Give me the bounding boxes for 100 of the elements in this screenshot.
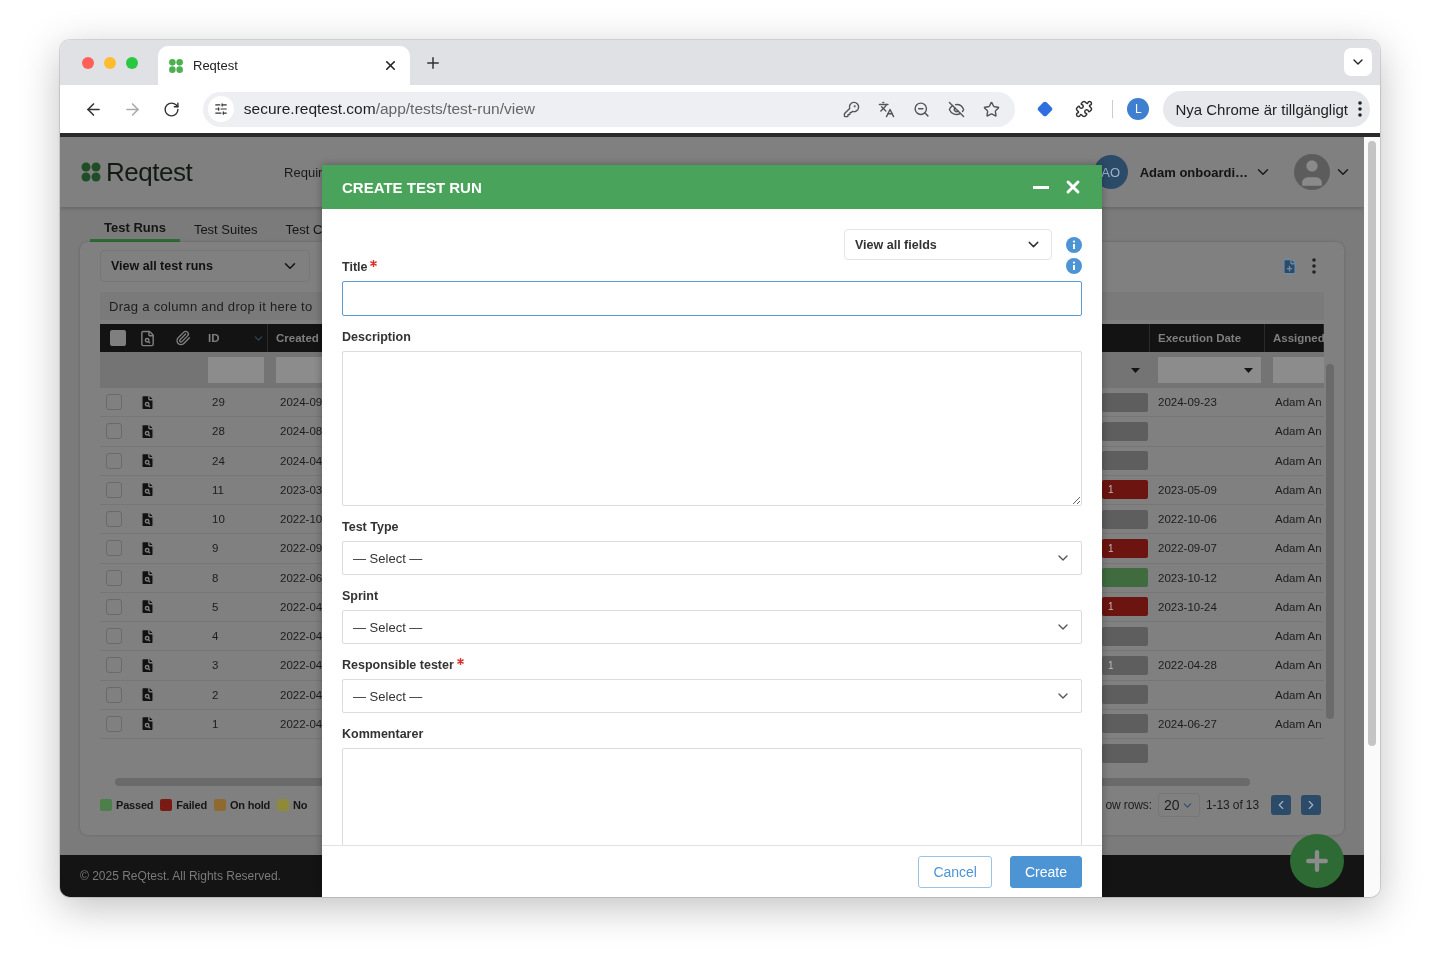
- cancel-button[interactable]: Cancel: [918, 855, 992, 888]
- select-all-checkbox[interactable]: [110, 330, 126, 346]
- table-cell-text: 3: [211, 659, 219, 672]
- table-cell-text: 10: [211, 513, 225, 526]
- group-hint: Drag a column and drop it here to: [109, 298, 313, 314]
- view-select[interactable]: View all fields: [844, 229, 1052, 260]
- maximize-window-button[interactable]: [126, 56, 138, 69]
- select-dropdown[interactable]: — Select —: [342, 679, 1082, 713]
- site-settings-icon[interactable]: [213, 102, 228, 116]
- table-cell-text: 2024-06-27: [1157, 717, 1217, 730]
- modal-title: CREATE TEST RUN: [342, 178, 483, 196]
- document-search-icon[interactable]: [139, 569, 156, 587]
- text-input[interactable]: [342, 281, 1082, 316]
- document-search-icon[interactable]: [139, 393, 156, 411]
- add-button[interactable]: [1290, 834, 1344, 888]
- field-label: Kommentarer: [342, 727, 424, 741]
- info-icon[interactable]: [1066, 236, 1082, 253]
- eye-off-icon[interactable]: [947, 100, 965, 118]
- copyright-text: © 2025 ReQtest. All Rights Reserved.: [80, 869, 281, 883]
- filter-field[interactable]: [1273, 357, 1324, 383]
- caret-icon[interactable]: [1131, 367, 1140, 373]
- table-cell-text: 2022-10: [279, 513, 323, 526]
- status-bar: 1: [1102, 597, 1148, 617]
- favicon-icon: [168, 57, 184, 74]
- extensions-icon[interactable]: [1075, 100, 1094, 118]
- table-cell-text: 11: [211, 483, 224, 496]
- profile-avatar[interactable]: L: [1127, 98, 1150, 120]
- document-search-icon[interactable]: [139, 656, 156, 674]
- minimize-button[interactable]: [1033, 185, 1049, 189]
- address-bar[interactable]: secure.reqtest.com/app/tests/test-run/view: [202, 91, 1015, 127]
- filter-field[interactable]: [208, 357, 264, 383]
- page-range: 1-13 of 13: [1205, 798, 1259, 813]
- table-cell-text: 2024-08: [279, 425, 323, 438]
- close-icon[interactable]: [383, 58, 398, 73]
- scrollbar-thumb[interactable]: [1368, 141, 1376, 746]
- close-window-button[interactable]: [82, 56, 94, 69]
- document-search-icon[interactable]: [139, 510, 156, 528]
- view-select[interactable]: View all test runs: [100, 250, 310, 282]
- document-search-icon[interactable]: [139, 598, 156, 616]
- create-button[interactable]: Create: [1009, 855, 1082, 888]
- url-text: secure.reqtest.com/app/tests/test-run/view: [243, 100, 536, 118]
- nav-link[interactable]: Requir: [284, 164, 323, 180]
- tab[interactable]: Test Suites: [179, 216, 272, 242]
- logo-icon: [80, 161, 102, 183]
- star-icon[interactable]: [982, 100, 1000, 118]
- more-icon[interactable]: [1312, 258, 1316, 274]
- legend-label: Passed: [116, 799, 154, 812]
- status-bar: 1: [1102, 655, 1148, 675]
- document-search-icon[interactable]: [139, 627, 156, 645]
- table-cell-text: Adam An: [1274, 396, 1322, 409]
- page-size-label: ow rows:: [1105, 798, 1152, 813]
- caret-icon[interactable]: [1244, 367, 1253, 373]
- translate-icon[interactable]: [877, 100, 895, 118]
- table-cell-text: 28: [211, 425, 225, 438]
- table-cell-text: Adam An: [1274, 425, 1322, 438]
- user-name: Adam onboardi…: [1139, 164, 1248, 180]
- field-label: Description: [342, 330, 411, 344]
- document-search-icon[interactable]: [139, 452, 156, 470]
- document-search-icon[interactable]: [139, 539, 156, 557]
- field-label: Title: [342, 260, 368, 274]
- table-cell-text: 2022-10-06: [1157, 513, 1217, 526]
- previous-page-button[interactable]: [1271, 795, 1291, 816]
- document-search-icon[interactable]: [139, 686, 156, 704]
- table-cell-text: 24: [211, 454, 225, 467]
- browser-tab[interactable]: Reqtest: [158, 46, 410, 85]
- table-cell-text: 2023-10-12: [1157, 571, 1217, 584]
- info-icon[interactable]: [1066, 258, 1082, 274]
- update-button[interactable]: Nya Chrome är tillgängligt: [1163, 91, 1370, 127]
- document-search-icon[interactable]: [139, 715, 156, 733]
- table-cell-text: Adam An: [1274, 688, 1322, 701]
- table-cell-text: Adam An: [1274, 454, 1322, 467]
- logo-text: Reqtest: [106, 156, 193, 188]
- next-page-button[interactable]: [1301, 795, 1321, 816]
- table-cell-text: 2023-03: [279, 483, 323, 496]
- tab[interactable]: Test C: [271, 216, 337, 242]
- extension-icon[interactable]: [1036, 101, 1053, 117]
- table-cell-text: 2022-04: [279, 630, 323, 643]
- table-cell-text: 2024-04: [279, 454, 323, 467]
- table-cell-text: 29: [211, 396, 225, 409]
- table-cell-text: 2024-09-23: [1157, 396, 1217, 409]
- tab-title: Reqtest: [193, 58, 239, 73]
- table-cell-text: Adam An: [1274, 483, 1322, 496]
- zoom-icon[interactable]: [912, 100, 930, 118]
- table-cell-text: Adam An: [1274, 571, 1322, 584]
- table-cell-text: 5: [211, 600, 219, 613]
- key-icon[interactable]: [842, 100, 860, 118]
- select-dropdown[interactable]: — Select —: [342, 610, 1082, 644]
- select-dropdown[interactable]: — Select —: [342, 541, 1082, 575]
- document-search-icon[interactable]: [139, 422, 156, 440]
- reload-icon[interactable]: [162, 100, 180, 118]
- legend-label: On hold: [229, 799, 271, 812]
- table-cell-text: 2024-09: [279, 396, 323, 409]
- table-cell-text: Adam An: [1274, 542, 1322, 555]
- document-search-icon[interactable]: [139, 481, 156, 499]
- profile-avatar[interactable]: [1294, 154, 1330, 190]
- tab-search-button[interactable]: [1344, 48, 1372, 76]
- status-bar: 1: [1102, 480, 1148, 500]
- table-cell-text: 2022-04: [279, 688, 323, 701]
- file-plus-icon[interactable]: [1281, 257, 1298, 275]
- page-size-select[interactable]: 20: [1157, 793, 1200, 818]
